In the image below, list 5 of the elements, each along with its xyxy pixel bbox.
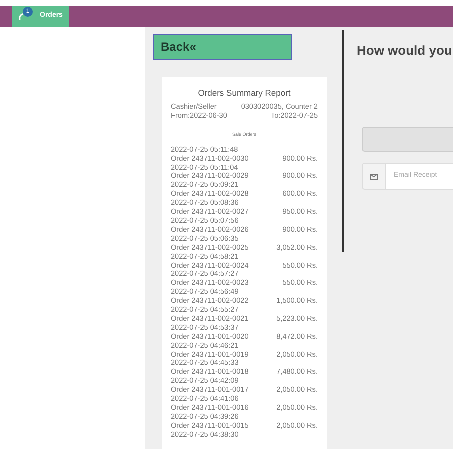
panel-heading: How would you xyxy=(357,42,452,60)
email-icon xyxy=(370,174,378,180)
option-bar[interactable] xyxy=(362,127,453,152)
back-button[interactable]: Back« xyxy=(153,34,292,60)
report-title: Orders Summary Report xyxy=(197,89,292,98)
